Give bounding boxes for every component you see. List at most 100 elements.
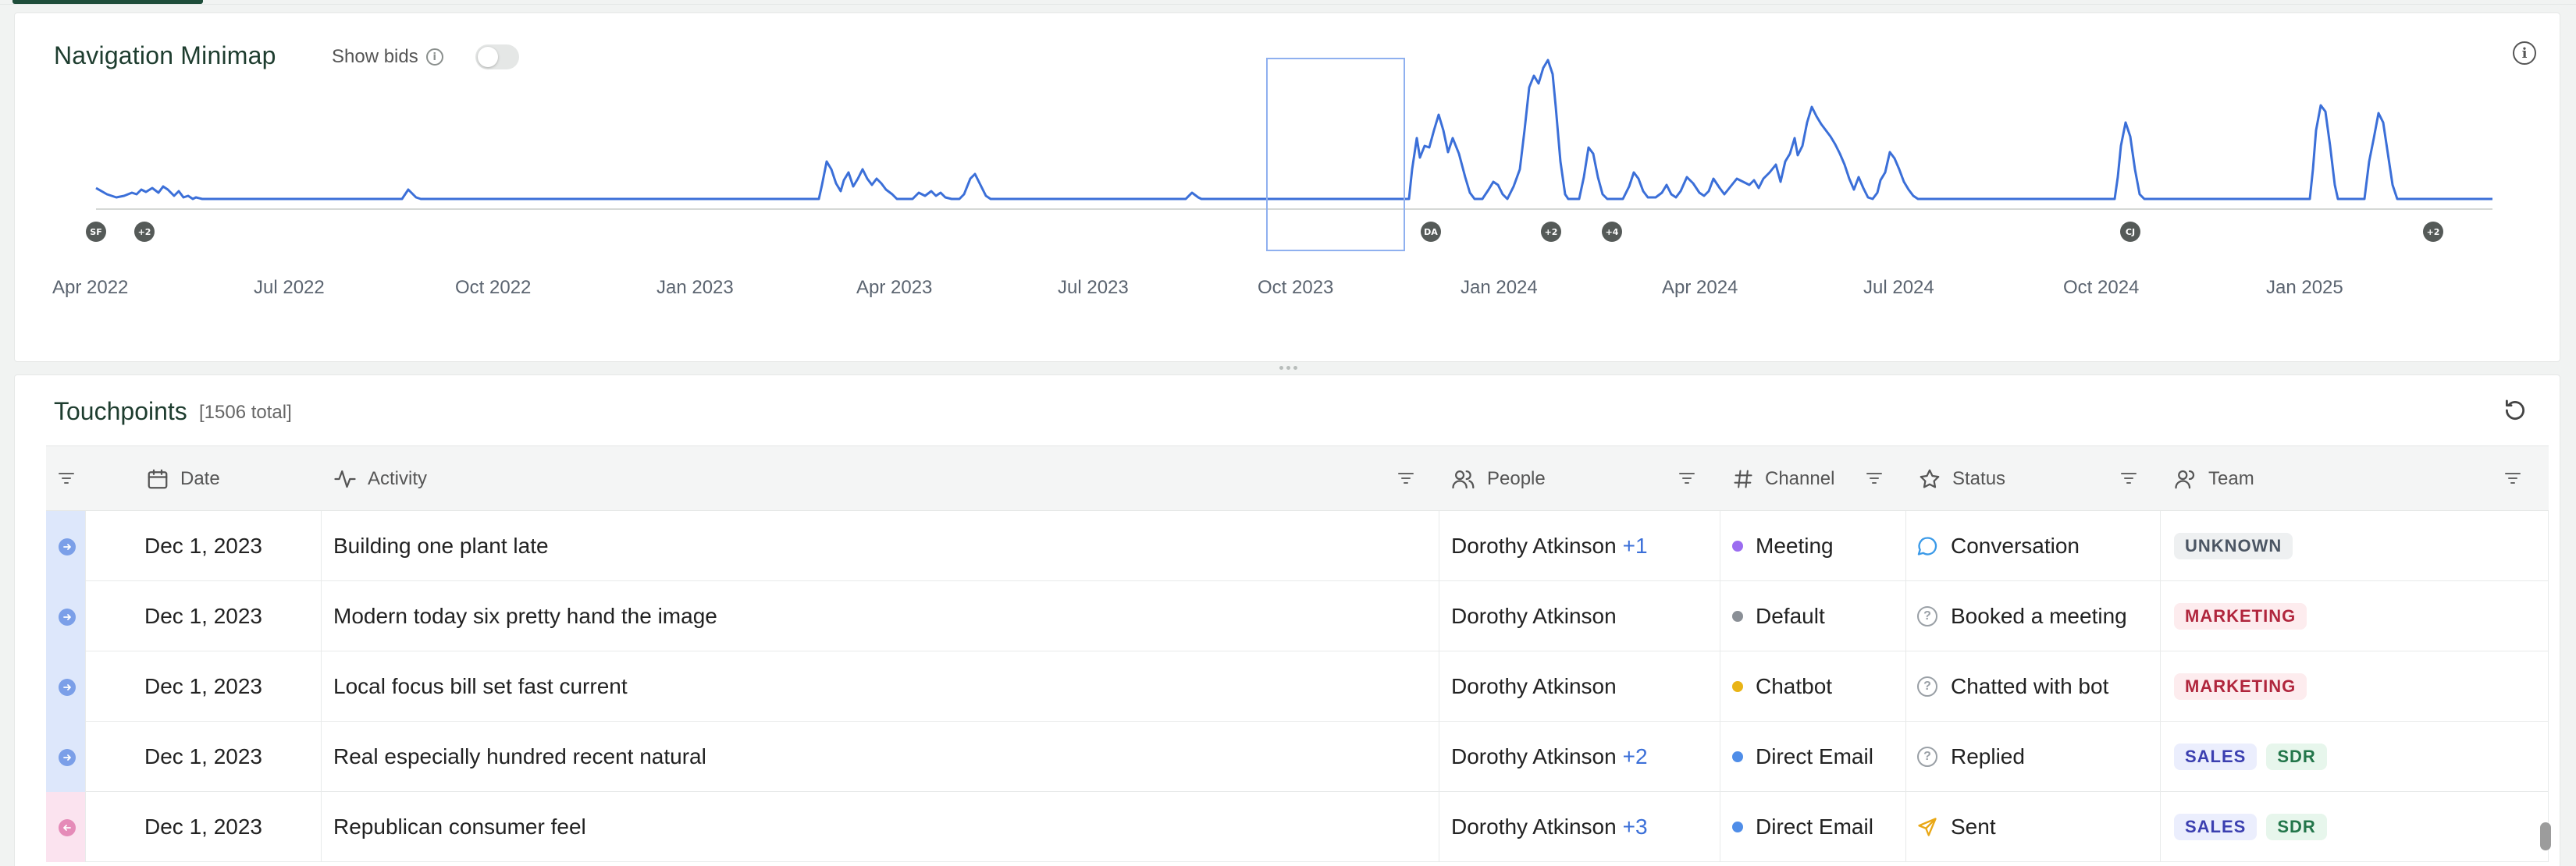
- team-badge: MARKETING: [2174, 603, 2307, 630]
- column-divider: [2548, 511, 2549, 581]
- month-label: Oct 2024: [2063, 277, 2140, 298]
- status-text: Chatted with bot: [1951, 674, 2109, 698]
- cell-people[interactable]: Dorothy Atkinson: [1451, 581, 1623, 651]
- month-label: Jan 2023: [656, 277, 734, 298]
- chat-bubble-icon: [1916, 535, 1938, 557]
- person-name[interactable]: Dorothy Atkinson: [1451, 534, 1617, 559]
- month-label: Oct 2023: [1258, 277, 1334, 298]
- star-icon: [1920, 469, 1940, 488]
- cell-channel: Direct Email: [1732, 722, 1873, 792]
- filter-icon[interactable]: [1865, 470, 1884, 487]
- channel-color-dot: [1732, 541, 1743, 552]
- marker-plus[interactable]: +2: [1541, 222, 1561, 242]
- cell-activity[interactable]: Building one plant late: [333, 511, 549, 581]
- column-divider: [321, 511, 322, 581]
- table-row[interactable]: Dec 1, 2023 Modern today six pretty hand …: [46, 581, 2549, 651]
- cell-people[interactable]: Dorothy Atkinson +2: [1451, 722, 1648, 792]
- team-badge: SALES: [2174, 814, 2258, 840]
- month-label: Jul 2022: [254, 277, 325, 298]
- cell-channel: Default: [1732, 581, 1825, 651]
- cell-people[interactable]: Dorothy Atkinson +1: [1451, 511, 1648, 581]
- scrollbar-thumb[interactable]: [2540, 822, 2551, 850]
- column-divider: [1905, 722, 1906, 792]
- question-icon: ?: [1916, 676, 1938, 697]
- inbound-arrow-icon: [59, 749, 76, 766]
- column-header-channel[interactable]: Channel: [1732, 446, 1834, 512]
- marker-plus[interactable]: +4: [1602, 222, 1622, 242]
- filter-icon[interactable]: [2119, 470, 2138, 487]
- calendar-icon: [148, 469, 168, 489]
- direction-stripe: [46, 792, 85, 862]
- panel-resize-handle[interactable]: [1276, 364, 1300, 371]
- table-row[interactable]: Dec 1, 2023 Republican consumer feel Dorot…: [46, 792, 2549, 862]
- channel-name: Chatbot: [1756, 674, 1833, 698]
- marker-label: CJ: [2126, 227, 2135, 237]
- filter-icon[interactable]: [1397, 470, 1415, 487]
- column-divider: [2160, 511, 2161, 581]
- marker-label: +2: [138, 227, 151, 237]
- cell-status: Conversation: [1916, 511, 2080, 581]
- inbound-arrow-icon: [59, 609, 76, 626]
- additional-people-count[interactable]: +1: [1623, 534, 1648, 559]
- person-name[interactable]: Dorothy Atkinson: [1451, 674, 1617, 699]
- cell-activity[interactable]: Real especially hundred recent natural: [333, 722, 706, 792]
- table-row[interactable]: Dec 1, 2023 Real especially hundred recen…: [46, 722, 2549, 792]
- person-name[interactable]: Dorothy Atkinson: [1451, 815, 1617, 839]
- status-text: Booked a meeting: [1951, 604, 2127, 628]
- column-divider: [2548, 722, 2549, 792]
- question-icon: ?: [1916, 746, 1938, 768]
- minimap-chart[interactable]: SF +2 DA +2 +4 CJ +2: [15, 13, 2561, 363]
- column-label: Activity: [368, 468, 428, 489]
- marker-plus[interactable]: +2: [134, 222, 155, 242]
- cell-team: MARKETING: [2174, 581, 2316, 651]
- direction-stripe: [46, 511, 85, 581]
- column-divider: [321, 581, 322, 651]
- cell-channel: Direct Email: [1732, 792, 1873, 862]
- cell-activity[interactable]: Local focus bill set fast current: [333, 651, 628, 722]
- column-header-team[interactable]: Team: [2174, 446, 2254, 512]
- person-name[interactable]: Dorothy Atkinson: [1451, 604, 1617, 629]
- column-header-date[interactable]: Date: [146, 446, 220, 512]
- column-header-status[interactable]: Status: [1918, 446, 2005, 512]
- month-label: Apr 2022: [52, 277, 129, 298]
- cell-people[interactable]: Dorothy Atkinson: [1451, 651, 1623, 722]
- column-divider: [85, 651, 86, 722]
- marker-plus[interactable]: +2: [2423, 222, 2443, 242]
- column-divider: [85, 581, 86, 651]
- additional-people-count[interactable]: +2: [1623, 744, 1648, 769]
- column-label: Status: [1952, 468, 2006, 489]
- channel-name: Direct Email: [1756, 744, 1873, 768]
- minimap-viewport-selection[interactable]: [1266, 58, 1405, 251]
- filter-icon[interactable]: [57, 470, 76, 487]
- cell-activity[interactable]: Republican consumer feel: [333, 792, 586, 862]
- table-row[interactable]: Dec 1, 2023 Local focus bill set fast cur…: [46, 651, 2549, 722]
- person-name[interactable]: Dorothy Atkinson: [1451, 744, 1617, 769]
- column-divider: [2548, 651, 2549, 722]
- column-divider: [2548, 581, 2549, 651]
- marker-cj[interactable]: CJ: [2120, 222, 2140, 242]
- column-divider: [1905, 651, 1906, 722]
- filter-icon[interactable]: [1678, 470, 1696, 487]
- additional-people-count[interactable]: +3: [1623, 815, 1648, 839]
- direction-stripe: [46, 722, 85, 792]
- team-badge: SDR: [2266, 814, 2327, 840]
- month-label: Oct 2022: [455, 277, 532, 298]
- column-header-activity[interactable]: Activity: [333, 446, 427, 512]
- status-text: Conversation: [1951, 534, 2080, 558]
- column-header-people[interactable]: People: [1451, 446, 1546, 512]
- table-row[interactable]: Dec 1, 2023 Building one plant late Doroth…: [46, 511, 2549, 581]
- marker-da[interactable]: DA: [1421, 222, 1441, 242]
- cell-date: Dec 1, 2023: [144, 744, 262, 768]
- cell-date: Dec 1, 2023: [144, 674, 262, 698]
- filter-icon[interactable]: [2503, 470, 2522, 487]
- column-label: Date: [180, 468, 220, 489]
- team-icon: [2175, 470, 2195, 489]
- refresh-icon[interactable]: [2502, 397, 2528, 424]
- marker-sf[interactable]: SF: [86, 222, 106, 242]
- team-badge: SDR: [2266, 744, 2327, 770]
- touchpoints-panel: Touchpoints [1506 total] Date Activity P…: [14, 374, 2560, 866]
- cell-people[interactable]: Dorothy Atkinson +3: [1451, 792, 1648, 862]
- cell-activity[interactable]: Modern today six pretty hand the image: [333, 581, 717, 651]
- cell-date: Dec 1, 2023: [144, 534, 262, 558]
- channel-name: Meeting: [1756, 534, 1834, 558]
